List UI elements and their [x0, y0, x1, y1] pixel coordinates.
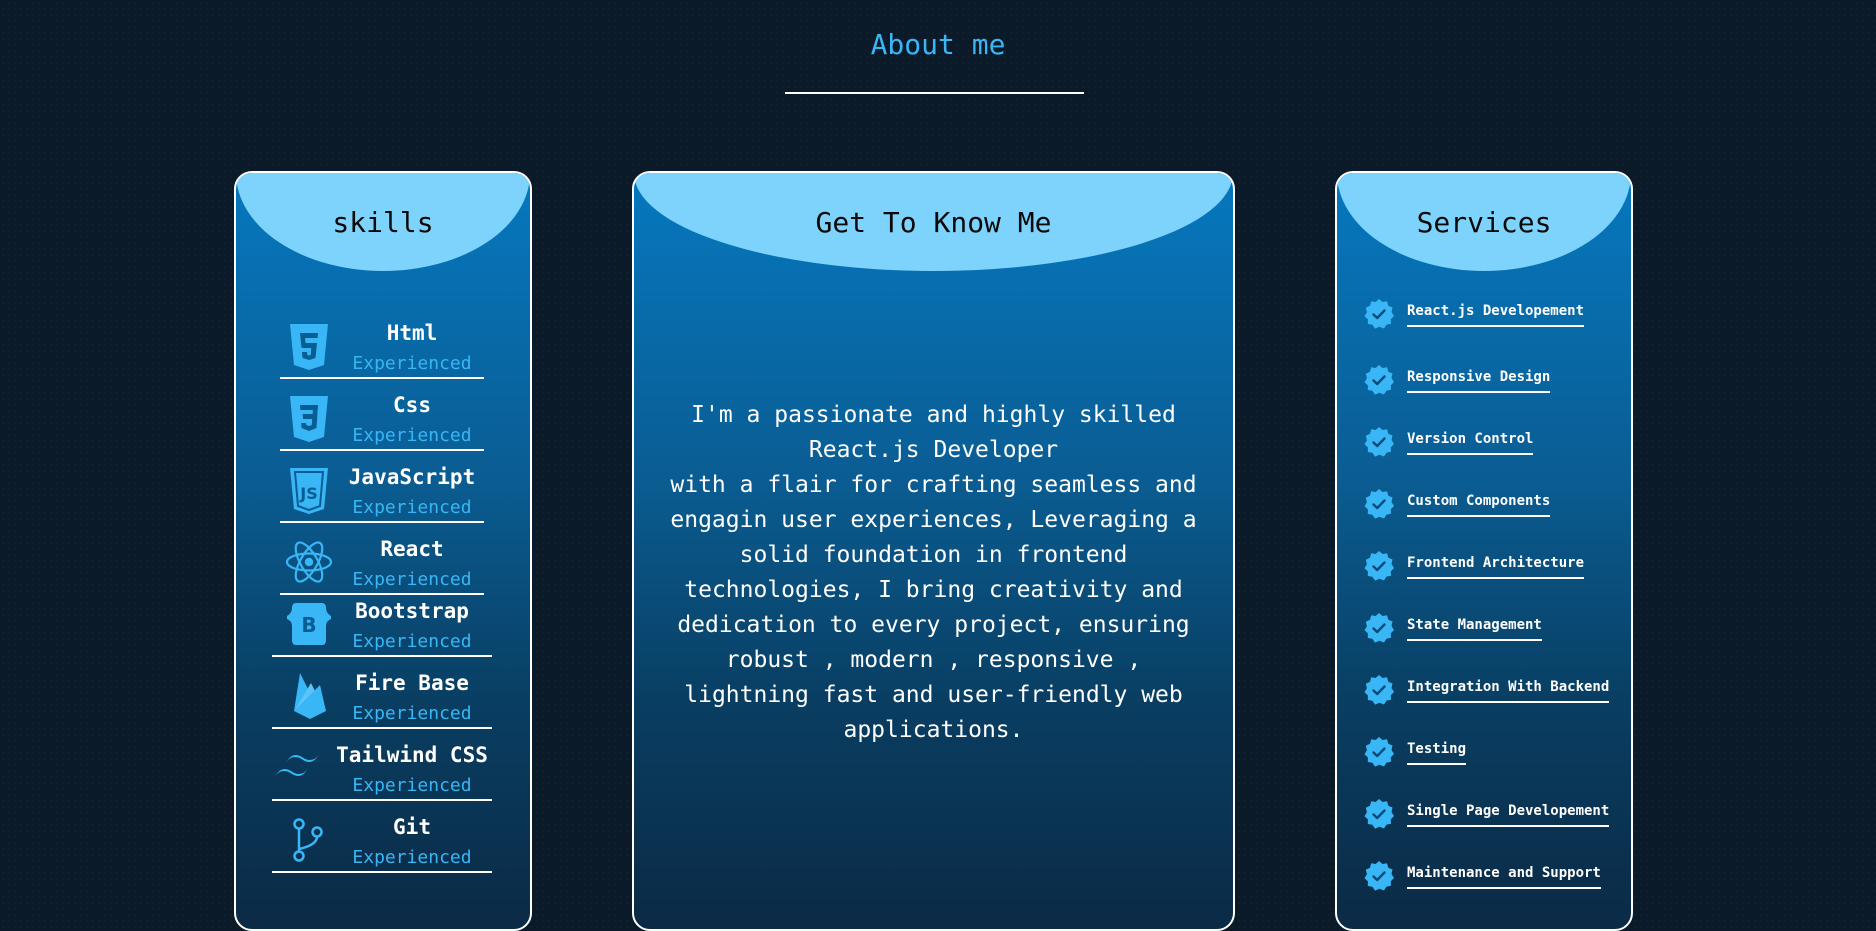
skill-level: Experienced — [352, 353, 472, 374]
skill-underline — [272, 799, 492, 801]
skill-name: Git — [393, 815, 431, 839]
get-to-know-me-header: Get To Know Me — [634, 173, 1233, 271]
service-label: Integration With Backend — [1407, 679, 1610, 703]
skill-item-html: Html Experienced — [280, 319, 484, 379]
skill-level: Experienced — [352, 497, 472, 518]
services-card: Services React.js Developement Responsive… — [1335, 171, 1633, 931]
verified-check-icon — [1363, 736, 1395, 768]
skill-level: Experienced — [352, 425, 472, 446]
firebase-icon — [284, 671, 334, 721]
svg-text:B: B — [301, 613, 316, 637]
skill-item-firebase: Fire Base Experienced — [272, 669, 492, 729]
skill-underline — [280, 521, 484, 523]
css3-icon — [284, 393, 334, 443]
verified-check-icon — [1363, 798, 1395, 830]
skill-level: Experienced — [352, 847, 472, 868]
get-to-know-me-title: Get To Know Me — [815, 205, 1052, 239]
verified-check-icon — [1363, 674, 1395, 706]
service-label: Single Page Developement — [1407, 803, 1610, 827]
services-card-header: Services — [1337, 173, 1631, 271]
service-label: Maintenance and Support — [1407, 865, 1601, 889]
service-label: Custom Components — [1407, 493, 1551, 517]
skill-item-react: React Experienced — [280, 535, 484, 595]
skill-item-bootstrap: B Bootstrap Experienced — [272, 597, 492, 657]
svg-text:JS: JS — [299, 484, 317, 503]
service-label: React.js Developement — [1407, 303, 1585, 327]
skills-title: skills — [332, 205, 434, 239]
skill-underline — [280, 377, 484, 379]
skill-level: Experienced — [352, 703, 472, 724]
verified-check-icon — [1363, 612, 1395, 644]
skill-name: Bootstrap — [355, 599, 469, 623]
skill-name: Tailwind CSS — [336, 743, 488, 767]
tailwind-icon — [272, 743, 322, 793]
skill-name: Html — [386, 321, 438, 345]
skills-card-header: skills — [236, 173, 530, 271]
skill-underline — [272, 727, 492, 729]
skill-underline — [272, 655, 492, 657]
skill-name: Fire Base — [355, 671, 469, 695]
skill-item-css: Css Experienced — [280, 391, 484, 451]
verified-check-icon — [1363, 488, 1395, 520]
skill-level: Experienced — [352, 631, 472, 652]
skill-name: React — [380, 537, 444, 561]
skill-item-tailwind: Tailwind CSS Experienced — [272, 741, 492, 801]
service-label: Testing — [1407, 741, 1467, 765]
verified-check-icon — [1363, 298, 1395, 330]
verified-check-icon — [1363, 426, 1395, 458]
skill-underline — [280, 593, 484, 595]
bootstrap-icon: B — [284, 599, 334, 649]
verified-check-icon — [1363, 860, 1395, 892]
skill-item-git: Git Experienced — [272, 813, 492, 873]
skill-name: JavaScript — [348, 465, 476, 489]
skills-card: skills Html Experienced Css Experienced … — [234, 171, 532, 931]
get-to-know-me-card: Get To Know Me I'm a passionate and high… — [632, 171, 1235, 931]
skill-item-javascript: JS JavaScript Experienced — [280, 463, 484, 523]
git-branch-icon — [282, 815, 332, 865]
skill-name: Css — [393, 393, 431, 417]
verified-check-icon — [1363, 550, 1395, 582]
service-label: Frontend Architecture — [1407, 555, 1585, 579]
skill-level: Experienced — [352, 775, 472, 796]
skill-level: Experienced — [352, 569, 472, 590]
service-label: Version Control — [1407, 431, 1534, 455]
services-title: Services — [1416, 205, 1552, 239]
react-icon — [284, 537, 334, 587]
skill-underline — [272, 871, 492, 873]
title-divider — [785, 92, 1084, 94]
service-label: State Management — [1407, 617, 1542, 641]
javascript-icon: JS — [284, 465, 334, 515]
section-title: About me — [870, 28, 1006, 61]
skill-underline — [280, 449, 484, 451]
about-description: I'm a passionate and highly skilled Reac… — [670, 402, 1197, 743]
verified-check-icon — [1363, 364, 1395, 396]
service-label: Responsive Design — [1407, 369, 1551, 393]
html5-icon — [284, 321, 334, 371]
